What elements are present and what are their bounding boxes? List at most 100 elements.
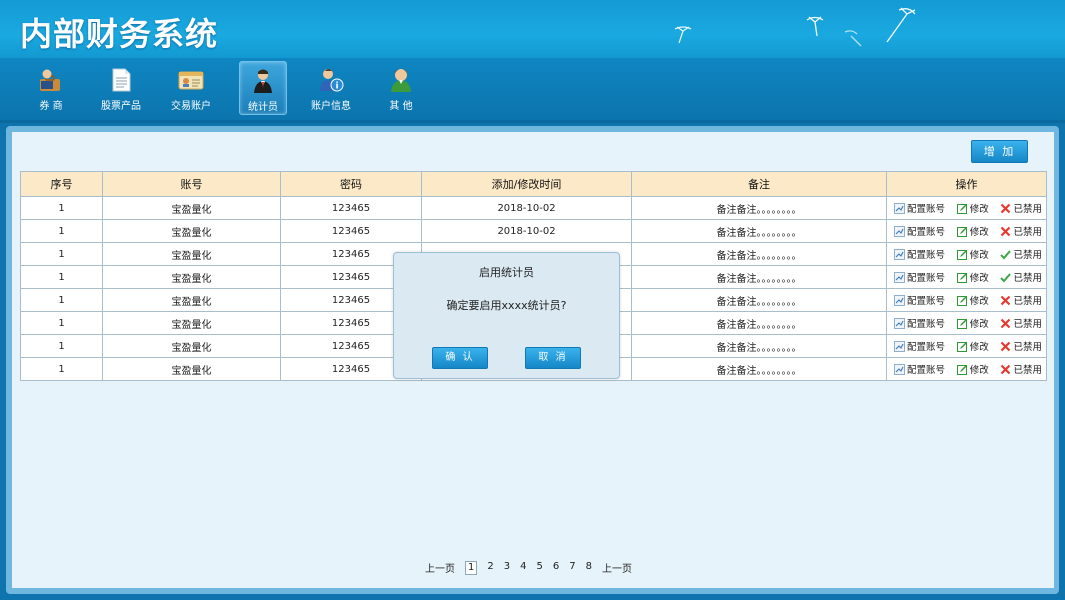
dialog-title: 启用统计员 — [479, 266, 534, 279]
cancel-button[interactable]: 取 消 — [525, 347, 581, 369]
status-label: 已禁用 — [1013, 273, 1042, 284]
status-toggle-button[interactable]: 已禁用 — [1000, 270, 1042, 284]
dialog-message: 确定要启用xxxx统计员? — [446, 299, 567, 312]
add-button[interactable]: 增 加 — [971, 140, 1028, 163]
status-label: 已禁用 — [1013, 204, 1042, 215]
edit-button[interactable]: 修改 — [956, 293, 989, 307]
next-page-link[interactable]: 上一页 — [602, 560, 632, 575]
status-label: 已禁用 — [1013, 296, 1042, 307]
config-account-label: 配置账号 — [907, 273, 946, 284]
row-note: 备注备注。。。。。。。。 — [631, 357, 887, 381]
row-index: 1 — [20, 219, 103, 243]
row-account: 宝盈量化 — [102, 334, 281, 358]
config-account-button[interactable]: 配置账号 — [894, 201, 945, 215]
row-actions: 配置账号 修改 已禁用 — [886, 334, 1047, 358]
row-account: 宝盈量化 — [102, 196, 281, 220]
page-number-link[interactable]: 5 — [537, 561, 543, 575]
nav-item-broker[interactable]: 券 商 — [28, 61, 74, 113]
edit-button[interactable]: 修改 — [956, 270, 989, 284]
row-index: 1 — [20, 196, 103, 220]
edit-icon — [956, 203, 967, 214]
row-actions: 配置账号 修改 已禁用 — [886, 196, 1047, 220]
edit-icon — [956, 249, 967, 260]
page-number-link[interactable]: 3 — [504, 561, 510, 575]
row-actions: 配置账号 修改 已禁用 — [886, 288, 1047, 312]
config-account-button[interactable]: 配置账号 — [894, 293, 945, 307]
page-number-link[interactable]: 4 — [520, 561, 526, 575]
config-account-label: 配置账号 — [907, 227, 946, 238]
row-index: 1 — [20, 334, 103, 358]
edit-button[interactable]: 修改 — [956, 224, 989, 238]
nav-item-statistician[interactable]: 统计员 — [239, 61, 287, 115]
status-toggle-button[interactable]: 已禁用 — [1000, 293, 1042, 307]
edit-label: 修改 — [969, 204, 989, 215]
enabled-check-icon — [1000, 249, 1012, 259]
nav-item-trading-accounts[interactable]: 交易账户 — [168, 61, 214, 113]
page-number-link[interactable]: 8 — [586, 561, 592, 575]
row-actions: 配置账号 修改 已禁用 — [886, 357, 1047, 381]
nav-item-account-info[interactable]: i 账户信息 — [308, 61, 354, 113]
row-actions: 配置账号 修改 已禁用 — [886, 311, 1047, 335]
edit-icon — [956, 364, 967, 375]
row-index: 1 — [20, 311, 103, 335]
config-account-button[interactable]: 配置账号 — [894, 224, 945, 238]
status-label: 已禁用 — [1013, 319, 1042, 330]
status-toggle-button[interactable]: 已禁用 — [1000, 224, 1042, 238]
status-toggle-button[interactable]: 已禁用 — [1000, 316, 1042, 330]
status-label: 已禁用 — [1013, 227, 1042, 238]
config-account-label: 配置账号 — [907, 296, 946, 307]
edit-button[interactable]: 修改 — [956, 362, 989, 376]
config-account-button[interactable]: 配置账号 — [894, 339, 945, 353]
row-actions: 配置账号 修改 已禁用 — [886, 265, 1047, 289]
row-index: 1 — [20, 357, 103, 381]
edit-icon — [956, 295, 967, 306]
row-note: 备注备注。。。。。。。。 — [631, 334, 887, 358]
nav-item-other[interactable]: 其 他 — [378, 61, 424, 113]
config-account-label: 配置账号 — [907, 365, 946, 376]
row-index: 1 — [20, 265, 103, 289]
status-toggle-button[interactable]: 已禁用 — [1000, 201, 1042, 215]
row-actions: 配置账号 修改 已禁用 — [886, 219, 1047, 243]
page-number-link[interactable]: 1 — [465, 560, 478, 575]
page-number-link[interactable]: 7 — [569, 561, 575, 575]
edit-button[interactable]: 修改 — [956, 247, 989, 261]
row-password: 123465 — [280, 219, 422, 243]
status-toggle-button[interactable]: 已禁用 — [1000, 247, 1042, 261]
config-account-icon — [894, 363, 905, 375]
page-number-link[interactable]: 2 — [487, 561, 493, 575]
nav-item-stock-products[interactable]: 股票产品 — [98, 61, 144, 113]
row-time: 2018-10-02 — [421, 196, 632, 220]
edit-icon — [956, 341, 967, 352]
config-account-button[interactable]: 配置账号 — [894, 247, 945, 261]
edit-label: 修改 — [969, 227, 989, 238]
prev-page-link[interactable]: 上一页 — [425, 560, 455, 575]
page-number-link[interactable]: 6 — [553, 561, 559, 575]
nav-label: 股票产品 — [101, 101, 141, 112]
row-account: 宝盈量化 — [102, 311, 281, 335]
status-toggle-button[interactable]: 已禁用 — [1000, 339, 1042, 353]
edit-button[interactable]: 修改 — [956, 339, 989, 353]
col-header-time: 添加/修改时间 — [421, 171, 632, 197]
config-account-button[interactable]: 配置账号 — [894, 362, 945, 376]
edit-label: 修改 — [969, 296, 989, 307]
confirm-button[interactable]: 确 认 — [432, 347, 488, 369]
disabled-x-icon — [1001, 203, 1011, 213]
row-account: 宝盈量化 — [102, 357, 281, 381]
row-note: 备注备注。。。。。。。。 — [631, 288, 887, 312]
row-note: 备注备注。。。。。。。。 — [631, 242, 887, 266]
edit-button[interactable]: 修改 — [956, 201, 989, 215]
config-account-button[interactable]: 配置账号 — [894, 270, 945, 284]
row-password: 123465 — [280, 196, 422, 220]
row-note: 备注备注。。。。。。。。 — [631, 265, 887, 289]
edit-label: 修改 — [969, 342, 989, 353]
config-account-icon — [894, 271, 905, 283]
config-account-icon — [894, 225, 905, 237]
dandelion-decoration-icon — [806, 7, 916, 47]
row-index: 1 — [20, 288, 103, 312]
row-note: 备注备注。。。。。。。。 — [631, 219, 887, 243]
config-account-button[interactable]: 配置账号 — [894, 316, 945, 330]
row-index: 1 — [20, 242, 103, 266]
edit-label: 修改 — [969, 250, 989, 261]
edit-button[interactable]: 修改 — [956, 316, 989, 330]
status-toggle-button[interactable]: 已禁用 — [1000, 362, 1042, 376]
